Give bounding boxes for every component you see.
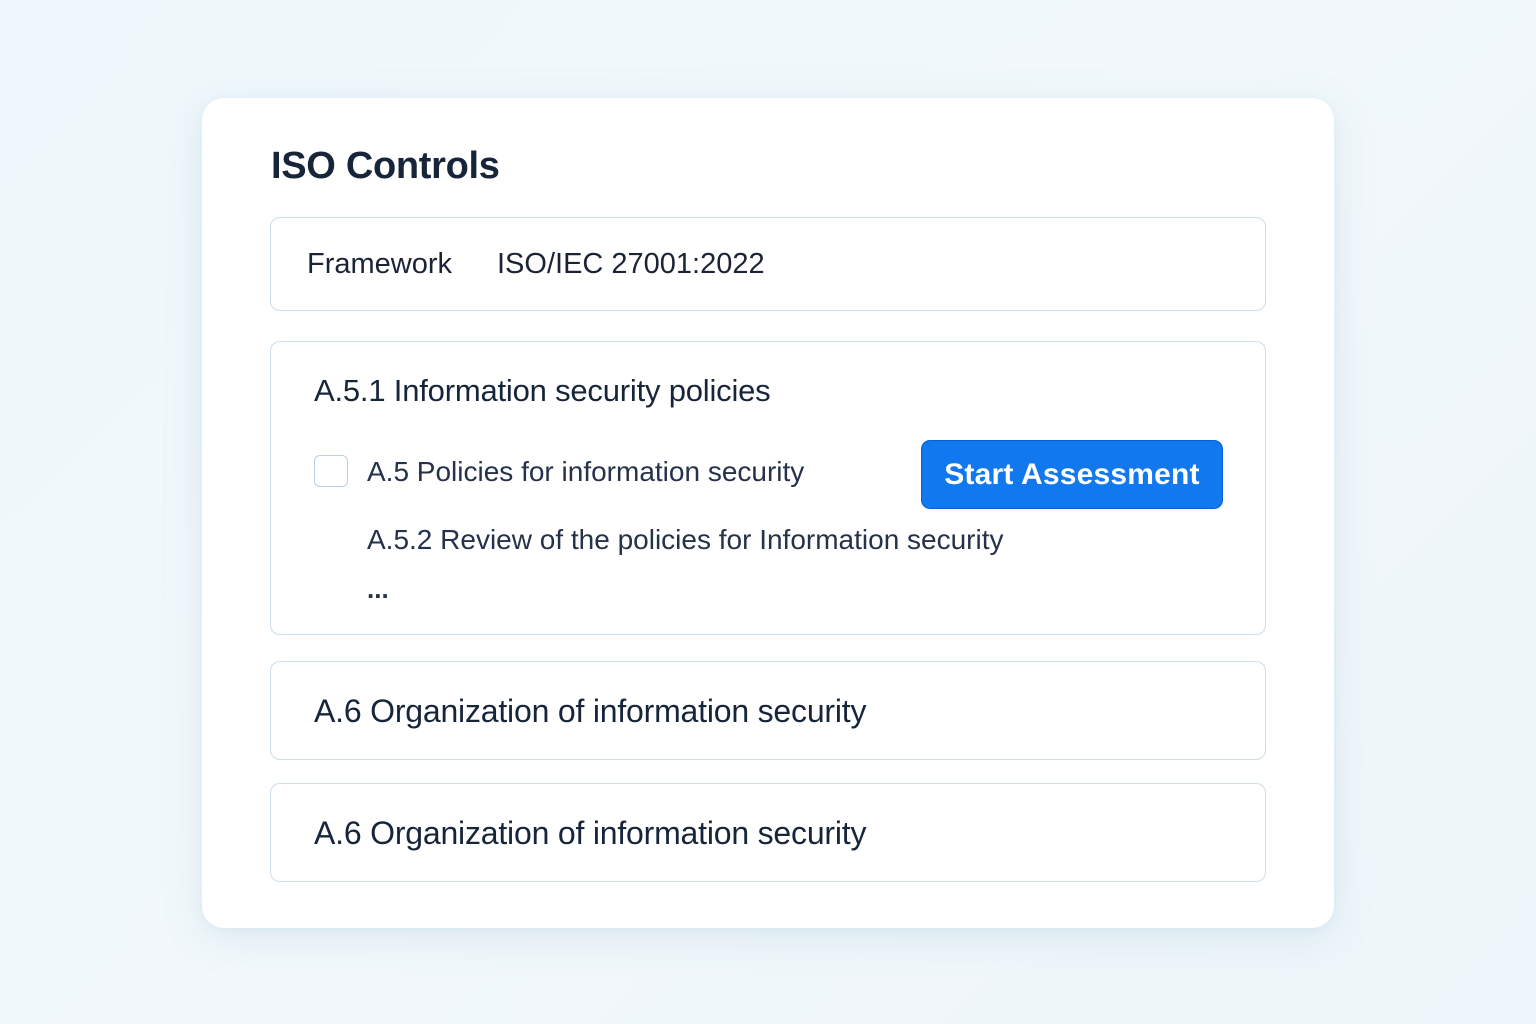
page-title: ISO Controls (271, 145, 500, 187)
framework-panel: Framework ISO/IEC 27001:2022 (270, 217, 1266, 311)
section-panel-a-6[interactable]: A.6 Organization of information security (270, 661, 1266, 760)
policies-checkbox[interactable] (314, 455, 348, 487)
more-items-ellipsis: ... (367, 574, 389, 604)
control-panel-a-5-1: A.5.1 Information security policies A.5 … (270, 341, 1266, 635)
framework-label: Framework (307, 248, 453, 280)
sub-item-label[interactable]: A.5 Policies for information security (367, 455, 804, 489)
iso-controls-card: ISO Controls Framework ISO/IEC 27001:202… (202, 98, 1334, 928)
section-title: A.6 Organization of information security (314, 693, 867, 729)
section-panel-a-6-duplicate[interactable]: A.6 Organization of information security (270, 783, 1266, 882)
control-title[interactable]: A.5.1 Information security policies (314, 372, 771, 410)
start-assessment-button[interactable]: Start Assessment (921, 440, 1223, 509)
sub-item-label[interactable]: A.5.2 Review of the policies for Informa… (367, 523, 1004, 557)
framework-value: ISO/IEC 27001:2022 (497, 248, 765, 280)
section-title: A.6 Organization of information security (314, 815, 867, 851)
